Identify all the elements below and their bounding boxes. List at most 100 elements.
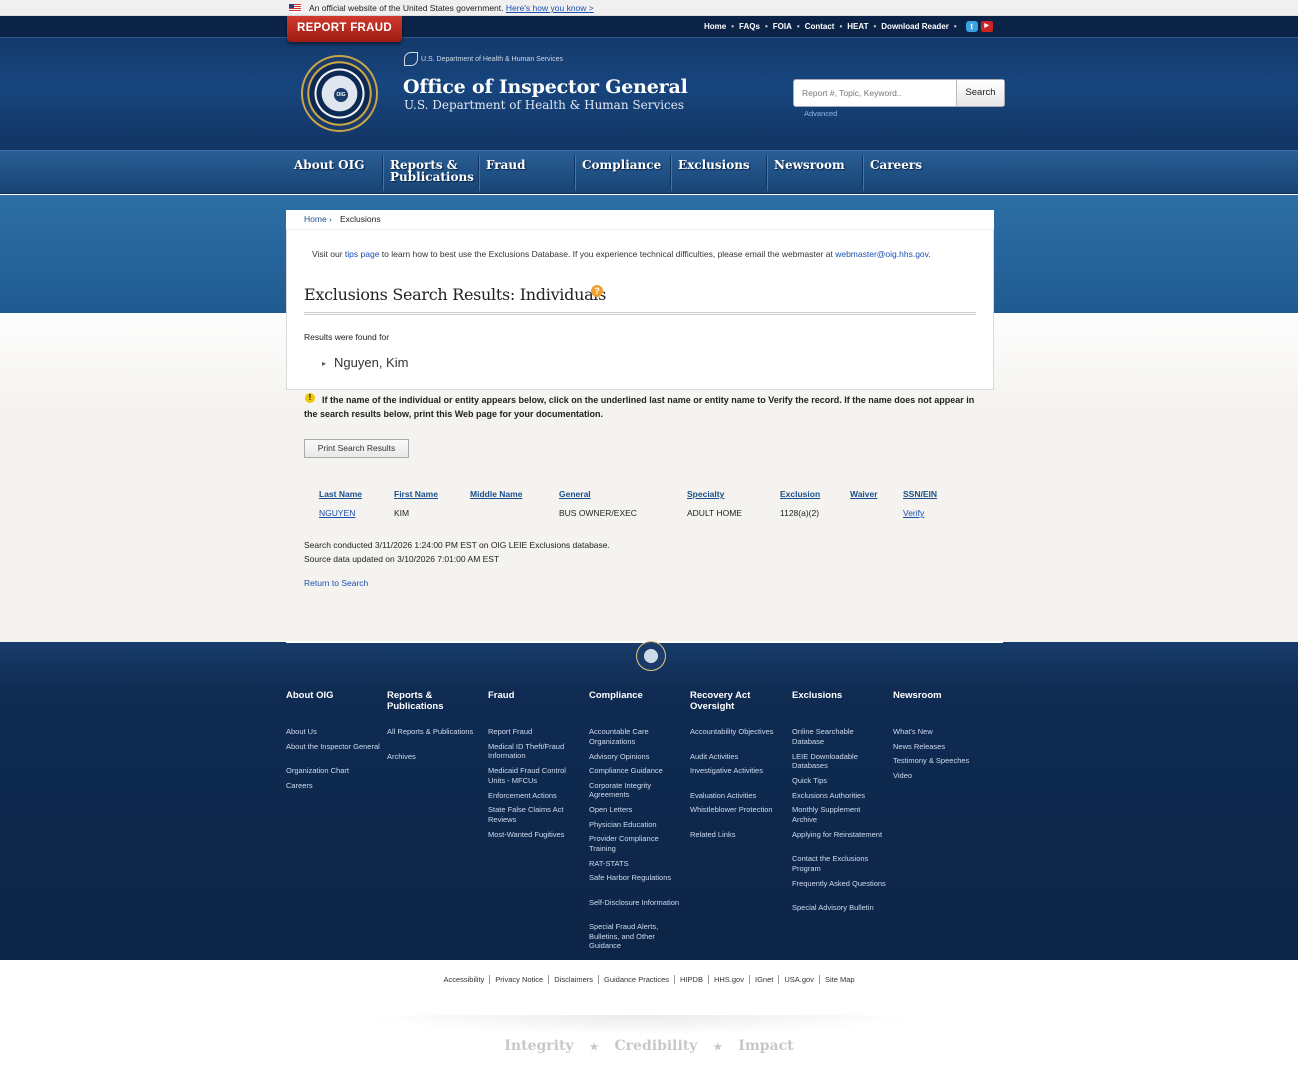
webmaster-email-link[interactable]: webmaster@oig.hhs.gov xyxy=(835,249,928,259)
nav-exclusions[interactable]: Exclusions xyxy=(678,159,750,171)
col-last-name[interactable]: Last Name xyxy=(319,489,362,499)
footer-link[interactable]: Frequently Asked Questions xyxy=(792,879,886,889)
row-specialty: ADULT HOME xyxy=(687,508,742,518)
bottom-link[interactable]: Site Map xyxy=(818,975,860,984)
footer-link[interactable]: About the Inspector General xyxy=(286,742,380,752)
heres-how-you-know-link[interactable]: Here's how you know > xyxy=(506,3,594,13)
return-to-search-link[interactable]: Return to Search xyxy=(304,578,368,588)
row-last-name-link[interactable]: NGUYEN xyxy=(319,508,355,518)
nav-compliance[interactable]: Compliance xyxy=(582,159,661,171)
site-search: Search xyxy=(793,79,1005,107)
footer-link[interactable]: Video xyxy=(893,771,987,781)
footer-link[interactable]: All Reports & Publications xyxy=(387,727,481,737)
footer-heading[interactable]: About OIG xyxy=(286,690,378,701)
footer-link[interactable]: State False Claims Act Reviews xyxy=(488,805,582,824)
footer-link[interactable]: Quick Tips xyxy=(792,776,886,786)
footer-link[interactable]: Special Advisory Bulletin xyxy=(792,903,886,913)
footer-link[interactable]: What's New xyxy=(893,727,987,737)
search-button[interactable]: Search xyxy=(956,80,1004,106)
oig-seal-logo[interactable]: OIG xyxy=(301,55,378,132)
footer-link[interactable]: Advisory Opinions xyxy=(589,752,683,762)
hhs-eagle-icon xyxy=(404,52,418,66)
util-faqs-link[interactable]: FAQs xyxy=(739,22,760,31)
row-verify-link[interactable]: Verify xyxy=(903,508,924,518)
footer-link[interactable]: Accountable Care Organizations xyxy=(589,727,683,746)
footer-link[interactable]: Testimony & Speeches xyxy=(893,756,987,766)
nav-careers[interactable]: Careers xyxy=(870,159,922,171)
footer-link[interactable]: Provider Compliance Training xyxy=(589,834,683,853)
footer-link[interactable]: Investigative Activities xyxy=(690,766,784,776)
nav-reports-publications[interactable]: Reports & Publications xyxy=(390,159,474,183)
col-first-name[interactable]: First Name xyxy=(394,489,438,499)
footer-link[interactable]: Physician Education xyxy=(589,820,683,830)
footer-link[interactable]: Enforcement Actions xyxy=(488,791,582,801)
footer-link[interactable]: Self-Disclosure Information xyxy=(589,898,683,908)
footer-link[interactable]: Corporate Integrity Agreements xyxy=(589,781,683,800)
col-specialty[interactable]: Specialty xyxy=(687,489,724,499)
bottom-link[interactable]: IGnet xyxy=(748,975,779,984)
help-icon[interactable]: ? xyxy=(591,285,603,297)
bottom-link[interactable]: Accessibility xyxy=(438,975,489,984)
bottom-link[interactable]: HHS.gov xyxy=(707,975,749,984)
footer-heading[interactable]: Exclusions xyxy=(792,690,884,701)
bottom-link[interactable]: USA.gov xyxy=(778,975,819,984)
footer-link[interactable]: Accountability Objectives xyxy=(690,727,784,737)
footer-heading[interactable]: Fraud xyxy=(488,690,580,701)
footer-link[interactable]: Medicaid Fraud Control Units - MFCUs xyxy=(488,766,582,785)
footer-heading[interactable]: Recovery Act Oversight xyxy=(690,690,782,712)
footer-link[interactable]: Most-Wanted Fugitives xyxy=(488,830,582,840)
nav-fraud[interactable]: Fraud xyxy=(486,159,526,171)
footer-link[interactable]: RAT-STATS xyxy=(589,859,683,869)
breadcrumb-home[interactable]: Home › xyxy=(304,214,332,224)
col-general[interactable]: General xyxy=(559,489,591,499)
footer-link[interactable]: Online Searchable Database xyxy=(792,727,886,746)
twitter-icon[interactable]: t xyxy=(965,20,978,32)
footer-link[interactable]: Medical ID Theft/Fraud Information xyxy=(488,742,582,761)
footer-link[interactable]: Report Fraud xyxy=(488,727,582,737)
bottom-link[interactable]: HIPDB xyxy=(674,975,708,984)
bottom-link[interactable]: Disclaimers xyxy=(548,975,598,984)
footer-heading[interactable]: Reports & Publications xyxy=(387,690,479,712)
footer-link[interactable]: Compliance Guidance xyxy=(589,766,683,776)
col-waiver[interactable]: Waiver xyxy=(850,489,878,499)
nav-newsroom[interactable]: Newsroom xyxy=(774,159,845,171)
footer-link[interactable]: Archives xyxy=(387,752,481,762)
footer-link[interactable]: Evaluation Activities xyxy=(690,791,784,801)
util-foia-link[interactable]: FOIA xyxy=(773,22,792,31)
youtube-icon[interactable]: ▶ xyxy=(980,20,993,32)
footer-link[interactable]: Safe Harbor Regulations xyxy=(589,873,683,883)
advanced-search-link[interactable]: Advanced xyxy=(804,109,837,118)
footer-link[interactable]: Open Letters xyxy=(589,805,683,815)
footer-link[interactable]: Audit Activities xyxy=(690,752,784,762)
util-contact-link[interactable]: Contact xyxy=(805,22,835,31)
footer-heading[interactable]: Compliance xyxy=(589,690,681,701)
util-home-link[interactable]: Home xyxy=(704,22,726,31)
footer-link[interactable]: About Us xyxy=(286,727,380,737)
tips-page-link[interactable]: tips page xyxy=(345,249,380,259)
report-fraud-button[interactable]: REPORT FRAUD xyxy=(287,16,402,42)
col-exclusion[interactable]: Exclusion xyxy=(780,489,820,499)
footer-link[interactable]: Applying for Reinstatement xyxy=(792,830,886,840)
footer-link[interactable]: Special Fraud Alerts, Bulletins, and Oth… xyxy=(589,922,683,951)
nav-about-oig[interactable]: About OIG xyxy=(294,159,364,171)
print-search-results-button[interactable]: Print Search Results xyxy=(304,439,409,458)
footer-link[interactable]: News Releases xyxy=(893,742,987,752)
bottom-link[interactable]: Guidance Practices xyxy=(598,975,675,984)
col-ssn-ein[interactable]: SSN/EIN xyxy=(903,489,937,499)
site-title[interactable]: Office of Inspector General xyxy=(403,76,688,98)
hhs-small-text: U.S. Department of Health & Human Servic… xyxy=(421,55,564,63)
footer-link[interactable]: Organization Chart xyxy=(286,766,380,776)
footer-link[interactable]: LEIE Downloadable Databases xyxy=(792,752,886,771)
search-input[interactable] xyxy=(794,80,957,106)
bottom-link[interactable]: Privacy Notice xyxy=(489,975,549,984)
footer-link[interactable]: Related Links xyxy=(690,830,784,840)
util-heat-link[interactable]: HEAT xyxy=(847,22,868,31)
footer-link[interactable]: Careers xyxy=(286,781,380,791)
util-download-reader-link[interactable]: Download Reader xyxy=(881,22,949,31)
footer-link[interactable]: Whistleblower Protection xyxy=(690,805,784,815)
col-middle-name[interactable]: Middle Name xyxy=(470,489,522,499)
footer-heading[interactable]: Newsroom xyxy=(893,690,985,701)
footer-link[interactable]: Monthly Supplement Archive xyxy=(792,805,886,824)
footer-link[interactable]: Exclusions Authorities xyxy=(792,791,886,801)
footer-link[interactable]: Contact the Exclusions Program xyxy=(792,854,886,873)
